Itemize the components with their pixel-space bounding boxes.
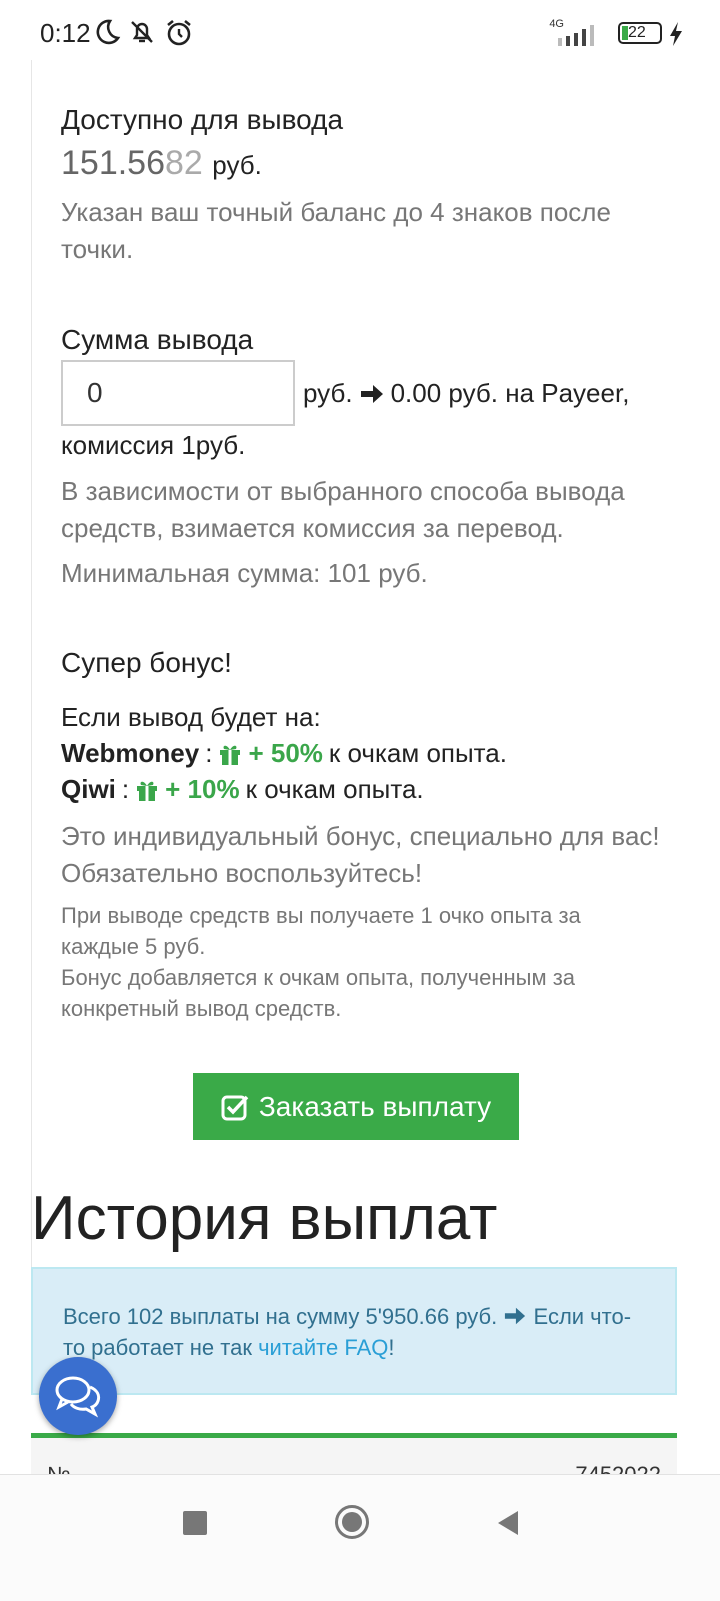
alarm-icon (164, 18, 194, 48)
faq-tail: ! (388, 1335, 395, 1360)
chat-bubbles-icon (55, 1376, 101, 1418)
moon-icon (93, 18, 123, 48)
check-square-icon (221, 1095, 249, 1120)
available-title: Доступно для вывода (61, 104, 344, 135)
webmoney-suffix: к очкам опыта. (328, 738, 507, 768)
min-sum: Минимальная сумма: 101 руб. (61, 558, 428, 588)
qiwi-suffix: к очкам опыта. (245, 774, 424, 804)
arrow-right-icon (505, 1307, 526, 1325)
gift-icon (220, 745, 241, 765)
battery-level: 22 (628, 24, 646, 41)
faq-link[interactable]: читайте FAQ (258, 1335, 388, 1360)
order-payout-button[interactable]: Заказать выплату (193, 1073, 519, 1140)
history-summary: Всего 102 выплаты на сумму 5'950.66 руб. (63, 1304, 498, 1329)
balance-integer: 151.56 (61, 144, 165, 182)
xp-note: При выводе средств вы получаете 1 очко о… (61, 903, 581, 959)
content-edge (31, 60, 32, 1270)
bonus-title: Супер бонус! (61, 647, 232, 678)
status-bar: 0:12 4G 22 (0, 0, 720, 70)
amount-unit: руб. (303, 378, 353, 408)
webmoney-label: Webmoney (61, 738, 200, 768)
commission-note: В зависимости от выбранного способа выво… (61, 476, 625, 543)
available-balance: 151.5682 руб. (61, 144, 262, 183)
arrow-right-icon (360, 384, 383, 403)
home-icon (342, 1512, 362, 1532)
webmoney-bonus: + 50% (248, 738, 323, 768)
amount-title: Сумма вывода (61, 324, 254, 355)
gift-icon (137, 781, 158, 801)
battery-icon: 22 (618, 22, 662, 44)
conversion-line: руб. 0.00 руб. на Payeer, (303, 378, 629, 409)
signal-icon (558, 25, 594, 46)
chat-button[interactable] (39, 1357, 117, 1435)
back-button[interactable] (496, 1509, 520, 1537)
system-nav-bar (0, 1474, 720, 1601)
qiwi-label: Qiwi (61, 774, 116, 804)
commission-text: комиссия 1руб. (61, 430, 246, 460)
bonus-intro: Если вывод будет на: (61, 702, 321, 732)
balance-note: Указан ваш точный баланс до 4 знаков пос… (61, 197, 611, 264)
payout-table-header: № 7452022 (31, 1438, 677, 1478)
balance-fraction: 82 (165, 144, 203, 182)
notifications-muted-icon (128, 18, 158, 48)
charging-icon (670, 22, 682, 46)
balance-currency: руб. (212, 150, 262, 180)
bonus-webmoney: Webmoney: + 50% к очкам опыта. (61, 738, 507, 768)
home-button[interactable] (335, 1505, 369, 1539)
bonus-qiwi: Qiwi: + 10% к очкам опыта. (61, 774, 424, 804)
recents-button[interactable] (183, 1511, 207, 1535)
xp-bonus-note: Бонус добавляется к очкам опыта, получен… (61, 965, 576, 1021)
status-time: 0:12 (40, 18, 91, 48)
conversion-text: 0.00 руб. на Payeer, (390, 378, 630, 408)
history-summary-box: Всего 102 выплаты на сумму 5'950.66 руб.… (31, 1267, 677, 1395)
history-title: История выплат (31, 1184, 498, 1253)
qiwi-bonus: + 10% (165, 774, 240, 804)
bonus-note: Это индивидуальный бонус, специально для… (61, 821, 660, 888)
order-payout-label: Заказать выплату (258, 1090, 492, 1122)
amount-input[interactable]: 0 (61, 360, 295, 426)
